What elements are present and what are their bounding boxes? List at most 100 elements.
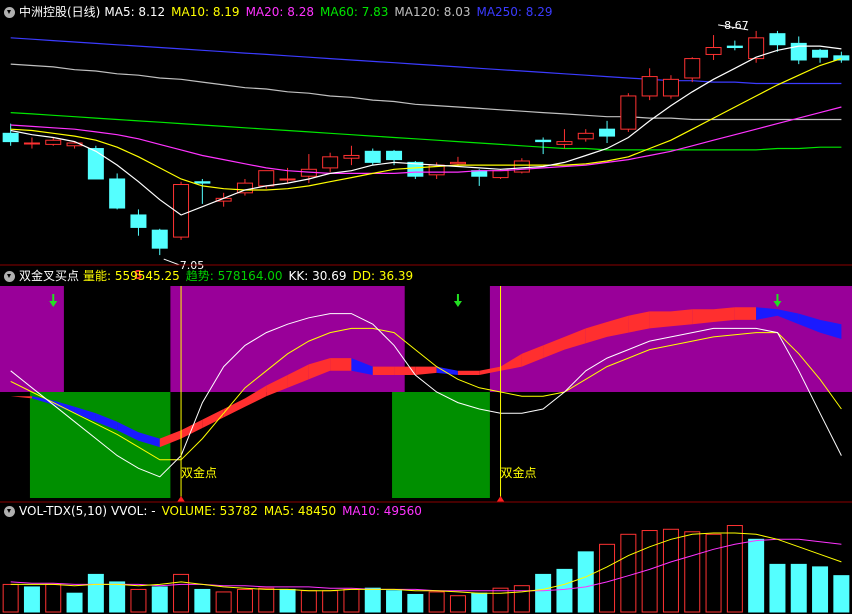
signal-indicator-0: 量能: 559545.25	[83, 269, 180, 283]
volume-bar	[194, 588, 211, 613]
candle	[194, 181, 211, 184]
candle	[599, 128, 616, 137]
price-panel: 8.677.05S	[2, 19, 850, 282]
candle	[236, 182, 253, 194]
ma10-line	[10, 58, 842, 191]
volume-bar	[66, 592, 83, 613]
candle	[705, 47, 722, 55]
trend-ribbon	[415, 366, 437, 375]
volume-bar	[87, 573, 104, 613]
volume-bar	[790, 563, 807, 613]
volume-bar	[769, 563, 786, 613]
candle	[364, 150, 381, 163]
volume-bar	[599, 543, 616, 613]
candle	[45, 139, 62, 145]
volume-bar	[343, 588, 360, 613]
ma250-line	[10, 37, 842, 85]
candle	[726, 45, 743, 49]
volume-bar	[23, 586, 40, 613]
candle	[535, 139, 552, 143]
candle	[449, 161, 466, 165]
trend-ribbon	[330, 358, 352, 371]
indicator-name: 双金叉买点	[19, 269, 80, 283]
collapse-icon[interactable]	[4, 6, 15, 18]
volume-bar	[705, 533, 722, 613]
volume-bar	[812, 566, 829, 613]
buy-signal-label: 双金点	[181, 465, 217, 480]
ma60-line	[10, 112, 842, 151]
candle	[833, 55, 850, 61]
candle	[343, 154, 360, 159]
volume-indicators: VVOL: - VOLUME: 53782 MA5: 48450 MA10: 4956…	[111, 501, 428, 521]
volume-bar	[535, 573, 552, 613]
price-indicator-4: MA120: 8.03	[394, 5, 471, 19]
volume-bar	[236, 588, 253, 613]
candle	[556, 141, 573, 145]
volume-indicator-1: VOLUME: 53782	[161, 504, 258, 518]
volume-bar	[407, 593, 424, 613]
candle	[279, 178, 296, 181]
buy-marker-icon	[496, 496, 505, 502]
volume-bar	[513, 585, 530, 613]
signal-indicator-3: DD: 36.39	[352, 269, 414, 283]
volume-bar	[833, 575, 850, 613]
volume-bar	[577, 551, 594, 613]
volume-bar	[109, 581, 126, 613]
volume-bar	[492, 587, 509, 613]
trend-ribbon	[436, 366, 458, 375]
collapse-icon[interactable]	[4, 505, 15, 517]
candle	[87, 148, 104, 180]
volume-bar	[449, 595, 466, 613]
candle	[577, 132, 594, 140]
candle	[513, 160, 530, 173]
volume-bar	[130, 588, 147, 613]
buy-signal-label: 双金点	[501, 465, 537, 480]
trend-ribbon	[10, 396, 32, 399]
candle	[258, 170, 275, 187]
volume-bar	[620, 533, 637, 613]
volume-bar	[364, 587, 381, 613]
purple-zone	[489, 286, 852, 392]
volume-bar	[662, 528, 679, 613]
down-arrow-head	[453, 301, 462, 307]
volume-bar	[279, 588, 296, 613]
price-indicator-1: MA10: 8.19	[171, 5, 240, 19]
candle	[492, 170, 509, 179]
collapse-icon[interactable]	[4, 270, 15, 282]
low-pointer	[163, 258, 180, 266]
trend-ribbon	[372, 366, 395, 375]
signal-indicator-2: KK: 30.69	[288, 269, 347, 283]
high-label: 8.67	[724, 19, 749, 32]
candle	[23, 142, 40, 145]
candle	[620, 95, 637, 130]
candle	[769, 33, 786, 46]
kline-chart[interactable]: 8.677.05S 双金点 双金点	[0, 0, 852, 614]
price-indicator-2: MA20: 8.28	[245, 5, 314, 19]
volume-bar	[322, 590, 339, 613]
ma5-line	[10, 45, 842, 216]
candle	[109, 178, 126, 209]
signal-indicators: 量能: 559545.25 趋势: 578164.00 KK: 30.69 DD: 3…	[83, 266, 419, 286]
volume-bar	[173, 573, 190, 613]
signal-legend: 双金叉买点 量能: 559545.25 趋势: 578164.00 KK: 30.6…	[0, 266, 419, 286]
signal-panel: 双金点 双金点	[0, 286, 852, 502]
trend-ribbon	[671, 309, 693, 327]
volume-panel	[2, 525, 850, 613]
signal-indicator-1: 趋势: 578164.00	[185, 269, 283, 283]
volume-bar	[2, 583, 19, 613]
volume-indicator-name: VOL-TDX(5,10)	[19, 504, 108, 518]
volume-bar	[300, 590, 317, 613]
trend-ribbon	[457, 370, 480, 375]
price-indicators: MA5: 8.12 MA10: 8.19 MA20: 8.28 MA60: 7.83 M…	[104, 2, 558, 22]
candle	[641, 76, 658, 97]
candle	[322, 156, 339, 169]
trend-ribbon	[649, 311, 671, 329]
volume-bar	[748, 538, 765, 613]
candle	[151, 229, 168, 249]
candle	[2, 132, 19, 143]
volume-bar	[471, 592, 488, 613]
volume-bar	[386, 590, 403, 613]
price-indicator-0: MA5: 8.12	[104, 5, 166, 19]
price-legend: 中洲控股(日线) MA5: 8.12 MA10: 8.19 MA20: 8.28 MA…	[0, 2, 559, 22]
volume-bar	[258, 587, 275, 613]
